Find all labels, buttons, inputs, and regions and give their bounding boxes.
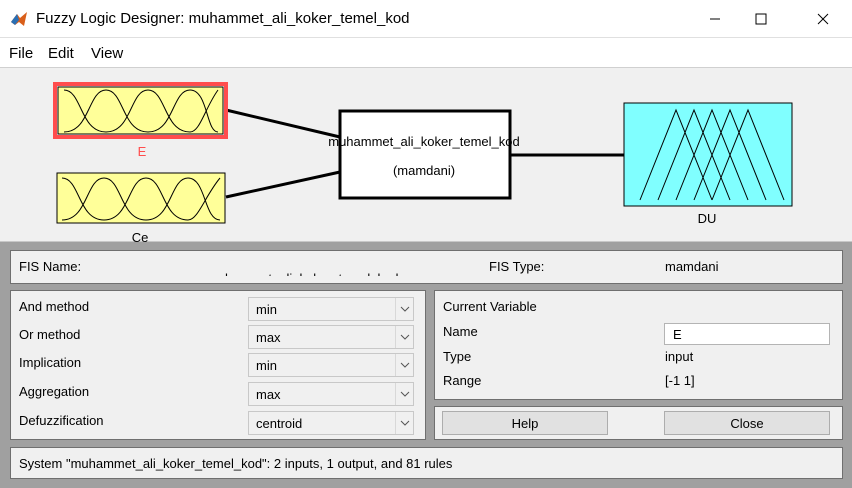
help-button[interactable]: Help <box>442 411 608 435</box>
defuzzification-label: Defuzzification <box>19 413 104 428</box>
current-variable-header: Current Variable <box>443 299 537 314</box>
system-name-label: muhammet_ali_koker_temel_kod <box>328 134 519 149</box>
fis-name-label: FIS Name: <box>19 259 82 274</box>
input-ce-label: Ce <box>132 230 149 242</box>
menu-view[interactable]: View <box>91 45 123 62</box>
and-method-label: And method <box>19 299 90 314</box>
implication-label: Implication <box>19 355 82 370</box>
chevron-down-icon <box>395 383 413 405</box>
fis-diagram: E Ce muhammet_ali_koker_temel_kod (mamda… <box>0 68 852 242</box>
menu-file[interactable]: File <box>9 45 33 62</box>
input-e-label: E <box>138 144 147 159</box>
fis-info-box: FIS Name: muhammet_ali_koker_temel_kod F… <box>10 250 843 284</box>
title-bar: Fuzzy Logic Designer: muhammet_ali_koker… <box>0 0 852 38</box>
and-method-value: min <box>256 302 277 317</box>
system-box <box>338 109 512 200</box>
status-text: System "muhammet_ali_koker_temel_kod": 2… <box>19 456 453 471</box>
properties-panel: FIS Name: muhammet_ali_koker_temel_kod F… <box>0 242 852 488</box>
chevron-down-icon <box>395 298 413 320</box>
variable-type-label: Type <box>443 349 472 364</box>
variable-name-label: Name <box>443 324 478 339</box>
minimize-icon <box>710 18 720 20</box>
menu-bar: File Edit View <box>0 38 852 68</box>
chevron-down-icon <box>395 326 413 348</box>
fis-name-value: muhammet_ali_koker_temel_kod <box>207 271 398 276</box>
defuzzification-select[interactable]: centroid <box>248 411 414 435</box>
maximize-icon <box>755 13 767 25</box>
buttons-box: Help Close <box>434 406 843 440</box>
connector-e <box>225 108 341 139</box>
chevron-down-icon <box>395 412 413 434</box>
variable-type-value: input <box>665 349 694 364</box>
matlab-logo-icon <box>11 12 27 26</box>
input-ce-box <box>56 172 226 224</box>
minimize-button[interactable] <box>692 0 738 38</box>
system-block[interactable]: muhammet_ali_koker_temel_kod (mamdani) <box>328 109 520 200</box>
diagram-canvas: E Ce muhammet_ali_koker_temel_kod (mamda… <box>53 82 793 242</box>
variable-range-value: [-1 1] <box>665 373 695 388</box>
or-method-value: max <box>256 330 281 345</box>
variable-range-label: Range <box>443 373 482 388</box>
methods-box: And method min Or method max Implication… <box>10 290 426 440</box>
menu-edit[interactable]: Edit <box>48 45 74 62</box>
input-ce-block[interactable]: Ce <box>56 172 226 242</box>
defuzzification-value: centroid <box>256 416 303 431</box>
window-title: Fuzzy Logic Designer: muhammet_ali_koker… <box>36 10 410 27</box>
fis-type-label: FIS Type: <box>489 259 545 274</box>
status-bar: System "muhammet_ali_koker_temel_kod": 2… <box>10 447 843 479</box>
close-window-button[interactable] <box>800 0 846 38</box>
current-variable-box: Current Variable Name E Type input Range… <box>434 290 843 400</box>
implication-select[interactable]: min <box>248 353 414 377</box>
or-method-label: Or method <box>19 327 81 342</box>
aggregation-value: max <box>256 387 281 402</box>
close-button[interactable]: Close <box>664 411 830 435</box>
input-e-block[interactable]: E <box>53 82 228 159</box>
connector-ce <box>225 170 341 199</box>
output-du-block[interactable]: DU <box>623 102 793 226</box>
aggregation-label: Aggregation <box>19 384 90 399</box>
system-type-label: (mamdani) <box>393 163 455 178</box>
implication-value: min <box>256 358 277 373</box>
variable-name-input[interactable]: E <box>664 323 830 345</box>
maximize-button[interactable] <box>738 0 784 38</box>
and-method-select[interactable]: min <box>248 297 414 321</box>
chevron-down-icon <box>395 354 413 376</box>
aggregation-select[interactable]: max <box>248 382 414 406</box>
close-icon <box>817 13 829 25</box>
fis-type-value: mamdani <box>665 259 719 274</box>
or-method-select[interactable]: max <box>248 325 414 349</box>
variable-name-value: E <box>673 327 682 342</box>
output-du-label: DU <box>698 211 717 226</box>
